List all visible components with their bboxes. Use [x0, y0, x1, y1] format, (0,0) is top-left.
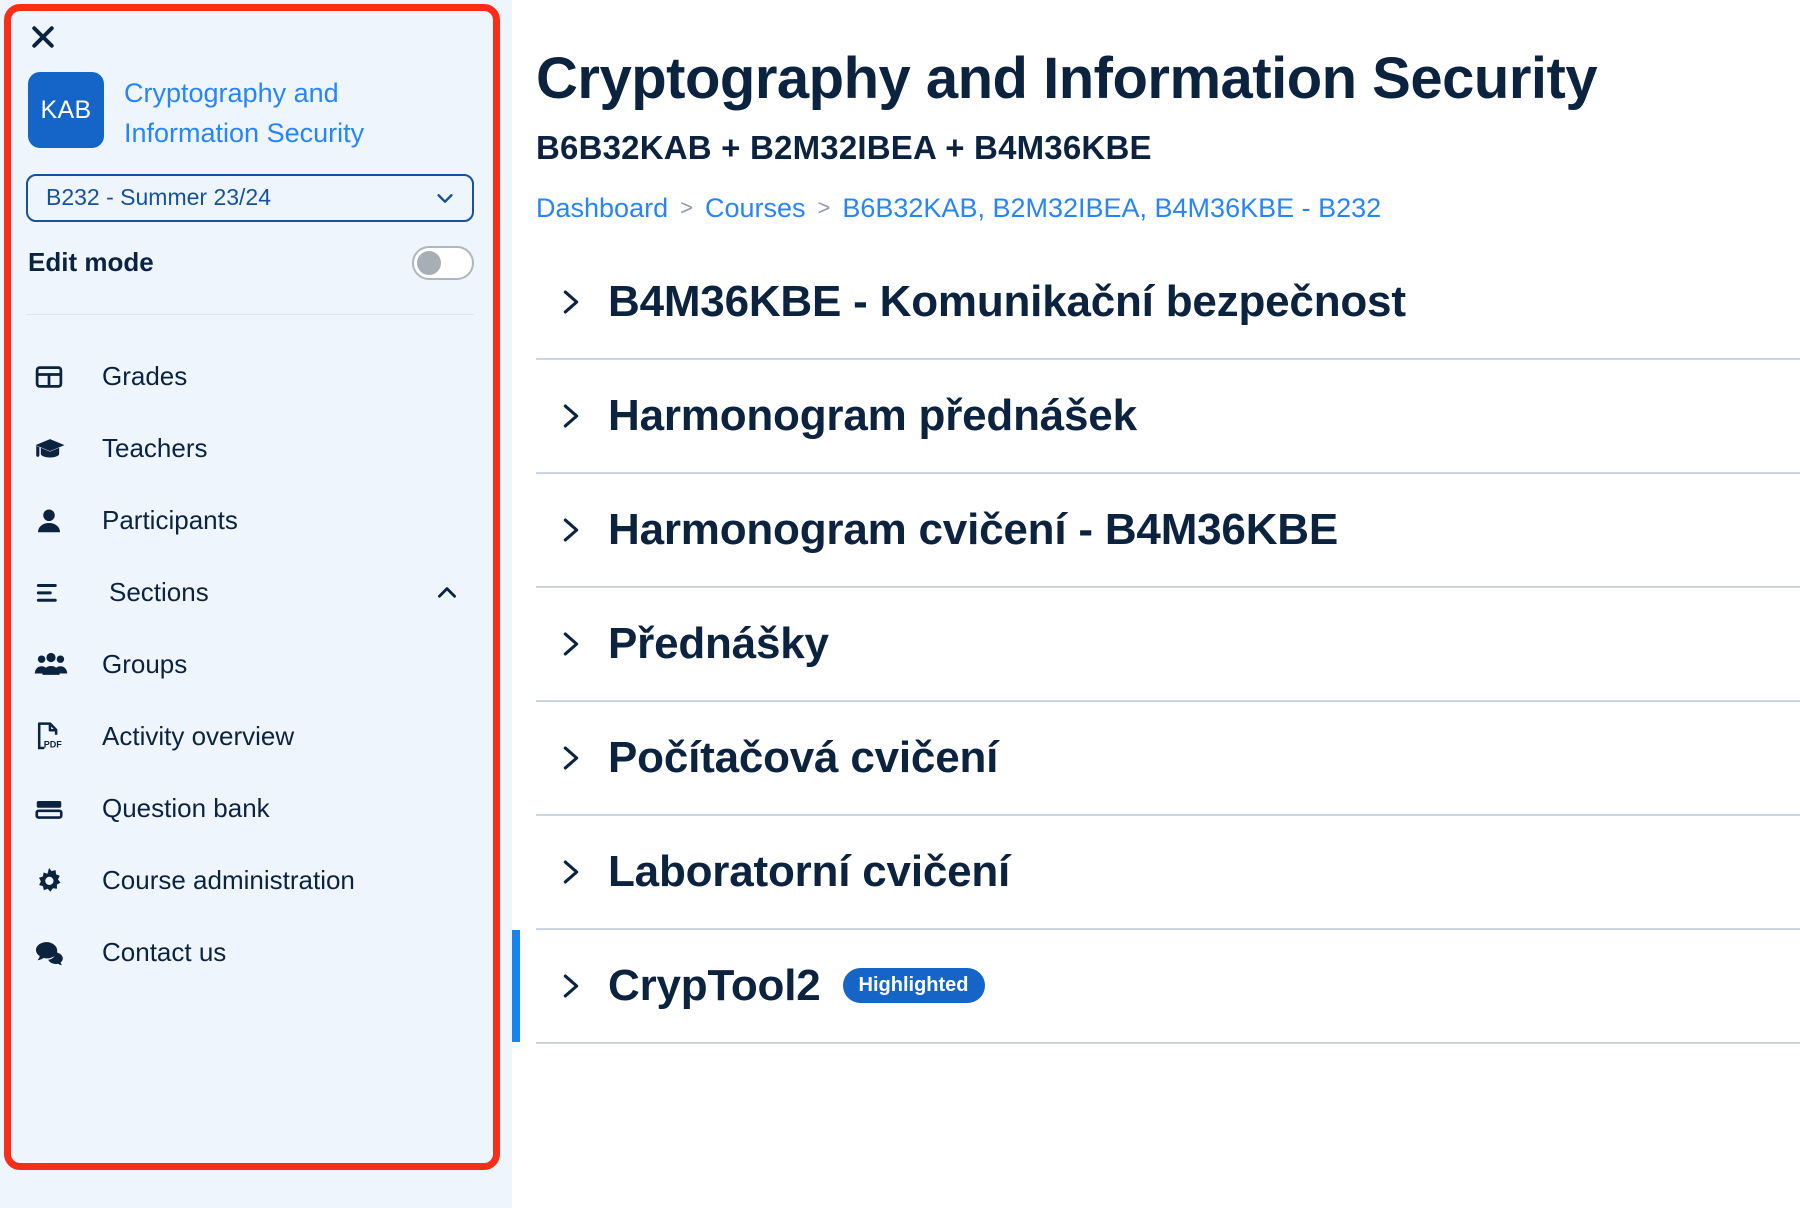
user-icon [34, 506, 78, 536]
sidebar-divider [26, 313, 474, 315]
section-row[interactable]: Laboratorní cvičení [536, 816, 1800, 930]
section-title: B4M36KBE - Komunikační bezpečnost [608, 276, 1406, 326]
sidebar-item-activity-overview[interactable]: PDF Activity overview [26, 701, 474, 773]
sidebar-item-label: Groups [102, 649, 188, 680]
sidebar-item-label: Sections [109, 577, 209, 608]
sidebar-item-contact-us[interactable]: Contact us [26, 917, 474, 989]
semester-select[interactable]: B232 - Summer 23/24 [26, 173, 474, 222]
page-title: Cryptography and Information Security [536, 46, 1598, 111]
section-row[interactable]: Přednášky [536, 588, 1800, 702]
list-icon [34, 578, 78, 608]
section-title: Počítačová cvičení [608, 732, 999, 782]
breadcrumb-item-course[interactable]: B6B32KAB, B2M32IBEA, B4M36KBE - B232 [842, 193, 1381, 224]
sidebar-item-question-bank[interactable]: Question bank [26, 773, 474, 845]
chevron-right-icon[interactable] [560, 285, 582, 319]
sidebar-item-grades[interactable]: Grades [26, 341, 474, 413]
svg-text:PDF: PDF [44, 740, 63, 750]
section-title: Přednášky [608, 618, 829, 668]
edit-mode-toggle-knob [417, 250, 441, 275]
chat-bubbles-icon [34, 938, 78, 967]
section-row[interactable]: Harmonogram přednášek [536, 360, 1800, 474]
page-subtitle: B6B32KAB + B2M32IBEA + B4M36KBE [536, 128, 1152, 166]
chevron-right-icon[interactable] [560, 513, 582, 547]
course-logo-text: KAB [40, 95, 92, 124]
section-title: Laboratorní cvičení [608, 846, 1011, 896]
sidebar-item-course-administration[interactable]: Course administration [26, 845, 474, 917]
edit-mode-toggle[interactable] [412, 245, 474, 280]
edit-mode-row: Edit mode [26, 242, 474, 284]
sidebar-item-label: Question bank [102, 793, 270, 824]
sidebar-item-label: Participants [102, 505, 238, 536]
section-row[interactable]: Počítačová cvičení [536, 702, 1800, 816]
sidebar-item-label: Teachers [102, 433, 208, 464]
chevron-right-icon[interactable] [560, 627, 582, 661]
section-row[interactable]: CrypTool2 Highlighted [512, 929, 1800, 1044]
graduation-cap-icon [34, 434, 78, 463]
section-title: Harmonogram přednášek [608, 390, 1137, 440]
drawer-close-row [26, 14, 474, 60]
sidebar-nav-list: Grades Teachers Participants Sections Gr… [26, 341, 474, 989]
sidebar-item-label: Activity overview [102, 721, 295, 752]
breadcrumb-item-courses[interactable]: Courses [705, 193, 806, 224]
sidebar-item-label: Course administration [102, 865, 355, 896]
chevron-down-icon [434, 187, 456, 209]
sidebar: KAB Cryptography and Information Securit… [0, 0, 500, 1208]
sidebar-item-label: Grades [102, 361, 188, 392]
question-bank-icon [34, 794, 78, 824]
course-brand[interactable]: KAB Cryptography and Information Securit… [26, 72, 474, 154]
course-page: KAB Cryptography and Information Securit… [0, 0, 1800, 1208]
table-icon [34, 362, 78, 392]
breadcrumb-separator: > [817, 195, 831, 221]
users-icon [34, 650, 78, 679]
main-inner: Cryptography and Information Security B6… [512, 46, 1800, 1044]
chevron-right-icon[interactable] [560, 855, 582, 889]
breadcrumb-item-dashboard[interactable]: Dashboard [536, 193, 668, 224]
breadcrumb-separator: > [680, 195, 693, 221]
course-logo: KAB [28, 72, 104, 148]
section-row[interactable]: Harmonogram cvičení - B4M36KBE [536, 474, 1800, 588]
sidebar-item-label: Contact us [102, 937, 227, 968]
sidebar-item-groups[interactable]: Groups [26, 629, 474, 701]
chevron-up-icon[interactable] [434, 580, 460, 606]
course-sections-list: B4M36KBE - Komunikační bezpečnost Harmon… [512, 246, 1800, 1044]
sidebar-item-sections[interactable]: Sections [26, 557, 474, 629]
section-row[interactable]: B4M36KBE - Komunikační bezpečnost [536, 246, 1800, 360]
sidebar-item-teachers[interactable]: Teachers [26, 413, 474, 485]
main-content: Cryptography and Information Security B6… [512, 0, 1800, 1208]
edit-mode-label: Edit mode [28, 247, 154, 278]
chevron-right-icon[interactable] [560, 399, 582, 433]
semester-select-value: B232 - Summer 23/24 [46, 184, 272, 211]
course-brand-title[interactable]: Cryptography and Information Security [124, 72, 424, 154]
section-title: CrypTool2 [608, 960, 821, 1010]
sidebar-item-participants[interactable]: Participants [26, 485, 474, 557]
breadcrumb: Dashboard > Courses > B6B32KAB, B2M32IBE… [536, 193, 1800, 224]
section-title: Harmonogram cvičení - B4M36KBE [608, 504, 1338, 554]
pdf-file-icon: PDF [34, 721, 78, 752]
chevron-right-icon[interactable] [560, 741, 582, 775]
close-icon[interactable] [28, 22, 58, 52]
status-badge: Highlighted [842, 968, 985, 1004]
course-index-drawer: KAB Cryptography and Information Securit… [0, 0, 512, 1208]
gear-icon [34, 866, 78, 896]
chevron-right-icon[interactable] [560, 969, 582, 1003]
